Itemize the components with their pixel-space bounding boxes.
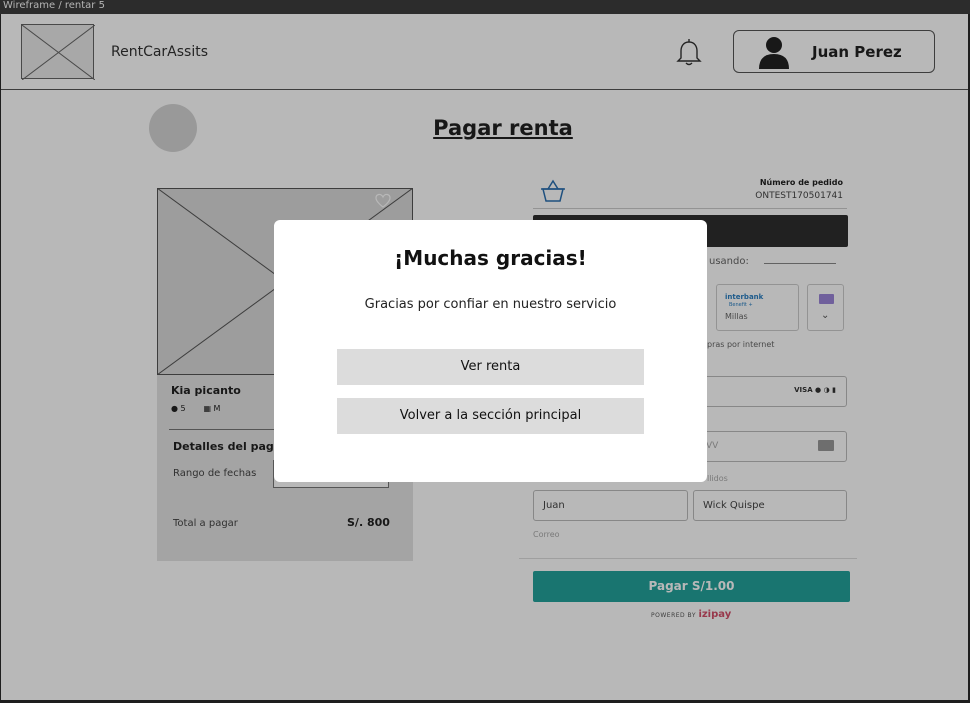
- modal-message: Gracias por confiar en nuestro servicio: [364, 297, 617, 312]
- window-titlebar: Wireframe / rentar 5: [0, 0, 970, 14]
- window-title: Wireframe / rentar 5: [3, 0, 105, 11]
- thank-you-modal: ¡Muchas gracias! Gracias por confiar en …: [274, 220, 707, 482]
- back-to-main-button[interactable]: Volver a la sección principal: [337, 398, 644, 434]
- modal-title: ¡Muchas gracias!: [394, 246, 587, 270]
- view-rent-button[interactable]: Ver renta: [337, 349, 644, 385]
- app-frame: RentCarAssits Juan Perez Pagar renta Kia…: [1, 14, 968, 700]
